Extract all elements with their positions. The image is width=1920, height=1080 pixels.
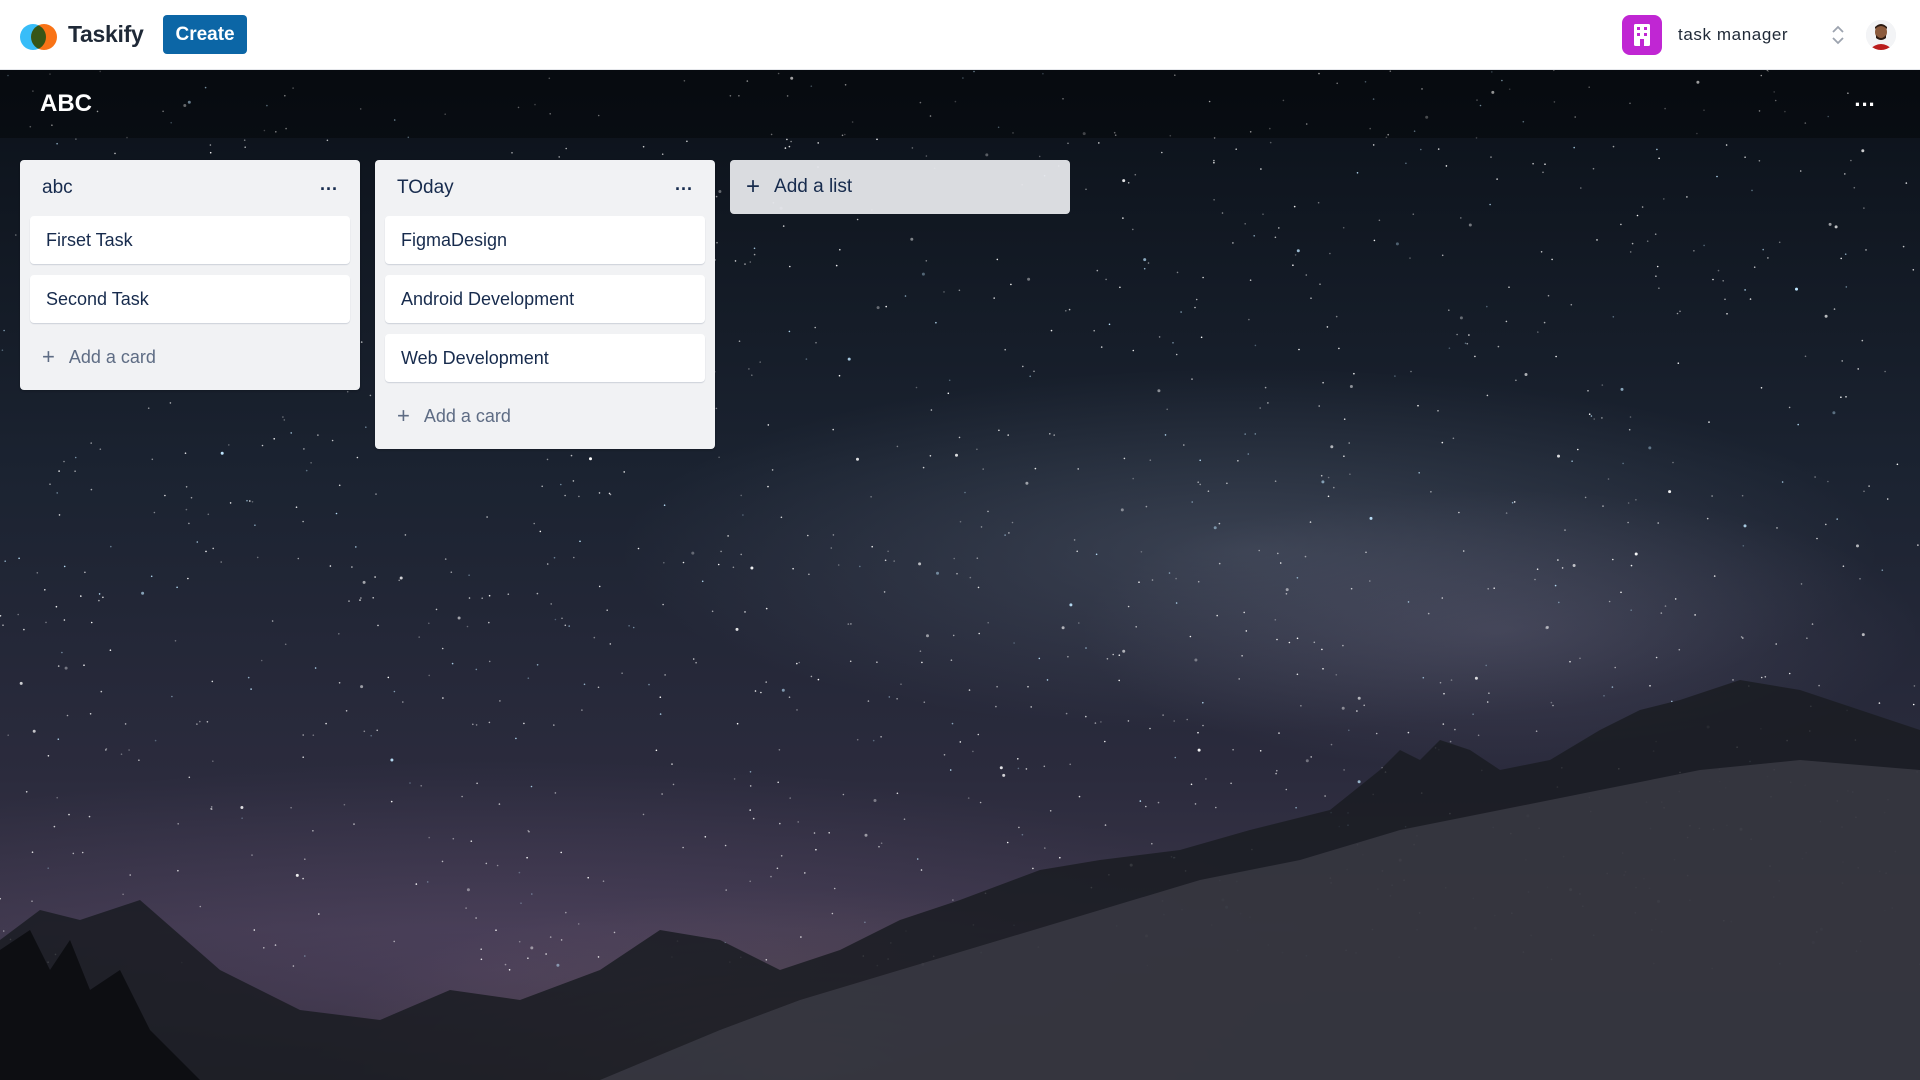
list-today: TOday ... FigmaDesign Android Developmen… <box>375 160 715 449</box>
board-title[interactable]: ABC <box>40 90 92 118</box>
list-title[interactable]: abc <box>42 177 73 199</box>
plus-icon: + <box>42 344 55 369</box>
plus-icon: + <box>397 403 410 428</box>
app-logo[interactable]: Taskify <box>20 21 144 50</box>
topbar-right: task manager <box>1622 0 1900 69</box>
more-horizontal-icon[interactable]: ... <box>675 175 693 197</box>
add-list-button[interactable]: + Add a list <box>730 160 1070 214</box>
building-icon <box>1622 14 1662 55</box>
board-header: ABC ... <box>0 70 1920 138</box>
list-header: abc ... <box>30 160 350 216</box>
add-card-button[interactable]: + Add a card <box>385 393 705 439</box>
list-header: TOday ... <box>385 160 705 216</box>
chevron-up-down-icon[interactable] <box>1830 22 1846 48</box>
create-button[interactable]: Create <box>163 15 247 54</box>
more-horizontal-icon[interactable]: ... <box>320 175 338 197</box>
task-card[interactable]: Android Development <box>385 275 705 323</box>
taskify-logo-icon <box>20 22 58 50</box>
task-card[interactable]: Web Development <box>385 334 705 382</box>
list-title[interactable]: TOday <box>397 177 454 199</box>
add-card-label: Add a card <box>423 405 511 426</box>
workspace-name: task manager <box>1678 24 1789 44</box>
top-navigation-bar: Taskify Create task manager <box>0 0 1920 70</box>
plus-icon: + <box>746 173 761 200</box>
task-card[interactable]: Second Task <box>30 275 350 323</box>
task-card[interactable]: FigmaDesign <box>385 216 705 264</box>
more-horizontal-icon[interactable]: ... <box>1850 88 1880 114</box>
workspace-switcher[interactable]: task manager <box>1622 13 1866 57</box>
app-name: Taskify <box>68 21 144 47</box>
user-avatar[interactable] <box>1866 19 1896 50</box>
task-card[interactable]: Firset Task <box>30 216 350 264</box>
add-list-label: Add a list <box>774 176 853 197</box>
list-abc: abc ... Firset Task Second Task + Add a … <box>20 160 360 390</box>
add-card-label: Add a card <box>68 346 156 367</box>
add-card-button[interactable]: + Add a card <box>30 334 350 380</box>
